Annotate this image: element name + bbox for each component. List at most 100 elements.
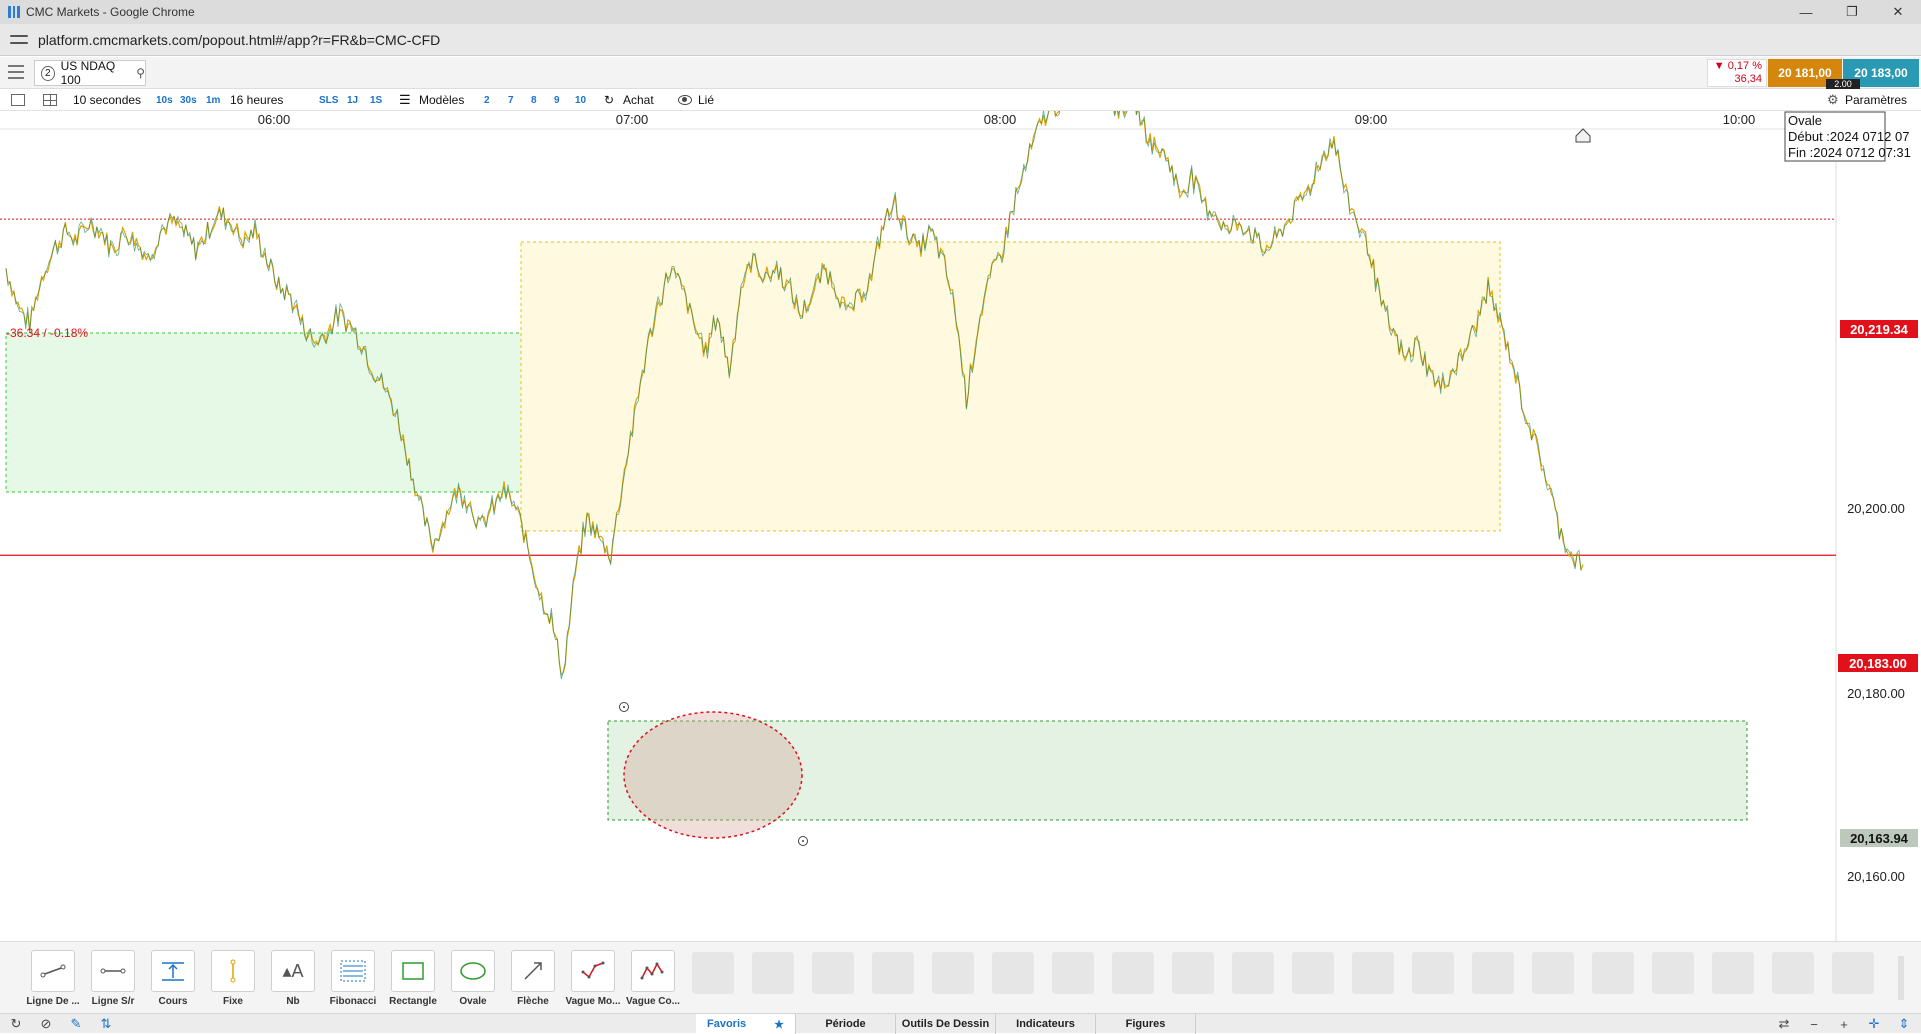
close-button[interactable]: ✕ [1875, 0, 1921, 24]
empty-tool-slot[interactable] [1412, 952, 1454, 994]
number-8[interactable]: 8 [531, 92, 537, 108]
sls-button[interactable]: SLS [319, 92, 338, 108]
settings-button[interactable]: Paramètres [1845, 92, 1907, 108]
y-tick-20180: 20,180.00 [1847, 686, 1905, 701]
green-zone-left[interactable] [5, 332, 532, 493]
number-7[interactable]: 7 [508, 92, 514, 108]
quick-duration-1j[interactable]: 1J [347, 92, 358, 108]
empty-tool-slot[interactable] [932, 952, 974, 994]
settings-gear-icon[interactable]: ⚙ [1827, 92, 1839, 108]
tool-line[interactable]: Ligne De ... [24, 950, 82, 1007]
tab-drawing-tools[interactable]: Outils De Dessin [896, 1014, 996, 1034]
number-10[interactable]: 10 [575, 92, 586, 108]
empty-tool-slot[interactable] [1832, 952, 1874, 994]
zoom-out-icon[interactable]: − [1806, 1016, 1822, 1032]
quick-interval-10s[interactable]: 10s [156, 92, 173, 108]
yellow-zone-center[interactable] [520, 241, 1501, 532]
tool-rectangle[interactable]: Rectangle [384, 950, 442, 1007]
duration-select[interactable]: 16 heures [230, 92, 283, 108]
number-2[interactable]: 2 [484, 92, 490, 108]
cmc-app-icon [8, 6, 21, 18]
bottom-bar: ↻ ⊘ ✎ ⇅ Favoris ★ Période Outils De Dessi… [0, 1013, 1921, 1034]
fibonacci-icon[interactable] [331, 950, 375, 992]
empty-tool-slot[interactable] [692, 952, 734, 994]
red-oval-annotation[interactable] [623, 711, 803, 839]
grid-icon[interactable] [43, 92, 57, 108]
address-bar[interactable]: platform.cmcmarkets.com/popout.html#/app… [0, 24, 1921, 56]
empty-tool-slot[interactable] [1172, 952, 1214, 994]
tool-note[interactable]: ▴A Nb [264, 950, 322, 1007]
zoom-in-icon[interactable]: + [1836, 1016, 1852, 1032]
empty-tool-slot[interactable] [1232, 952, 1274, 994]
empty-tool-slot[interactable] [1652, 952, 1694, 994]
link-icon[interactable] [678, 92, 692, 108]
empty-tool-slot[interactable] [1592, 952, 1634, 994]
text-note-icon[interactable]: ▴A [271, 950, 315, 992]
x-tick-1000: 10:00 [1723, 112, 1756, 127]
quick-duration-1s[interactable]: 1S [370, 92, 382, 108]
tool-cours[interactable]: Cours [144, 950, 202, 1007]
fit-vertical-icon[interactable]: ⇕ [1896, 1016, 1912, 1032]
tools-scrollbar[interactable] [1898, 956, 1904, 1000]
previous-close-label: -36.34 / -0.18% [6, 326, 88, 340]
tool-arrow[interactable]: Flèche [504, 950, 562, 1007]
tool-fibonacci[interactable]: Fibonacci [324, 950, 382, 1007]
search-icon[interactable]: ⚲ [136, 66, 145, 80]
refresh-icon[interactable]: ↻ [8, 1016, 24, 1032]
empty-tool-slot[interactable] [1472, 952, 1514, 994]
wave-corrective-icon[interactable] [631, 950, 675, 992]
chart-svg[interactable]: 06:00 07:00 08:00 09:00 10:00 20,200.00 … [0, 111, 1921, 941]
empty-tool-slot[interactable] [1292, 952, 1334, 994]
sr-line-icon[interactable] [91, 950, 135, 992]
tab-figures[interactable]: Figures [1096, 1014, 1196, 1034]
url-text[interactable]: platform.cmcmarkets.com/popout.html#/app… [38, 32, 440, 48]
instrument-tab[interactable]: 2 US NDAQ 100 ⚲ [34, 59, 146, 87]
arrow-icon[interactable] [511, 950, 555, 992]
quick-interval-1m[interactable]: 1m [206, 92, 220, 108]
empty-tool-slot[interactable] [1052, 952, 1094, 994]
empty-tool-slot[interactable] [1712, 952, 1754, 994]
tab-favoris[interactable]: Favoris ★ [696, 1014, 796, 1034]
restore-button[interactable]: ❐ [1829, 0, 1875, 24]
site-settings-icon[interactable] [10, 33, 28, 47]
interval-select[interactable]: 10 secondes [73, 92, 141, 108]
empty-tool-slot[interactable] [1532, 952, 1574, 994]
tool-wave-motive[interactable]: Vague Mo... [564, 950, 622, 1007]
number-9[interactable]: 9 [554, 92, 560, 108]
layout-icon[interactable] [11, 92, 25, 108]
menu-icon[interactable] [8, 65, 24, 79]
empty-tool-slot[interactable] [872, 952, 914, 994]
models-icon[interactable]: ☰ [399, 92, 411, 108]
fixed-line-icon[interactable] [211, 950, 255, 992]
buy-arrow-icon[interactable]: ↻ [604, 92, 614, 108]
layout-toggle-icon[interactable]: ⇄ [1776, 1016, 1792, 1032]
magnet-icon[interactable]: ⇅ [98, 1016, 114, 1032]
models-button[interactable]: Modèles [419, 92, 464, 108]
tool-fixe[interactable]: Fixe [204, 950, 262, 1007]
rectangle-icon[interactable] [391, 950, 435, 992]
tab-indicators[interactable]: Indicateurs [996, 1014, 1096, 1034]
oval-icon[interactable] [451, 950, 495, 992]
empty-tool-slot[interactable] [1772, 952, 1814, 994]
wave-motive-icon[interactable] [571, 950, 615, 992]
tool-wave-corrective[interactable]: Vague Co... [624, 950, 682, 1007]
price-chart[interactable]: 06:00 07:00 08:00 09:00 10:00 20,200.00 … [0, 111, 1921, 941]
tool-label: Rectangle [389, 996, 437, 1007]
price-level-icon[interactable] [151, 950, 195, 992]
empty-tool-slot[interactable] [752, 952, 794, 994]
empty-tool-slot[interactable] [1112, 952, 1154, 994]
tool-oval[interactable]: Ovale [444, 950, 502, 1007]
empty-tool-slot[interactable] [992, 952, 1034, 994]
crosshair-icon[interactable]: ✛ [1866, 1016, 1882, 1032]
empty-tool-slot[interactable] [812, 952, 854, 994]
quick-interval-30s[interactable]: 30s [180, 92, 197, 108]
tool-sr-line[interactable]: Ligne S/r [84, 950, 142, 1007]
disable-icon[interactable]: ⊘ [38, 1016, 54, 1032]
trend-line-icon[interactable] [31, 950, 75, 992]
buy-mode-button[interactable]: Achat [623, 92, 654, 108]
pencil-icon[interactable]: ✎ [68, 1016, 84, 1032]
tab-periode[interactable]: Période [796, 1014, 896, 1034]
empty-tool-slot[interactable] [1352, 952, 1394, 994]
linked-button[interactable]: Lié [698, 92, 714, 108]
minimize-button[interactable]: — [1783, 0, 1829, 24]
